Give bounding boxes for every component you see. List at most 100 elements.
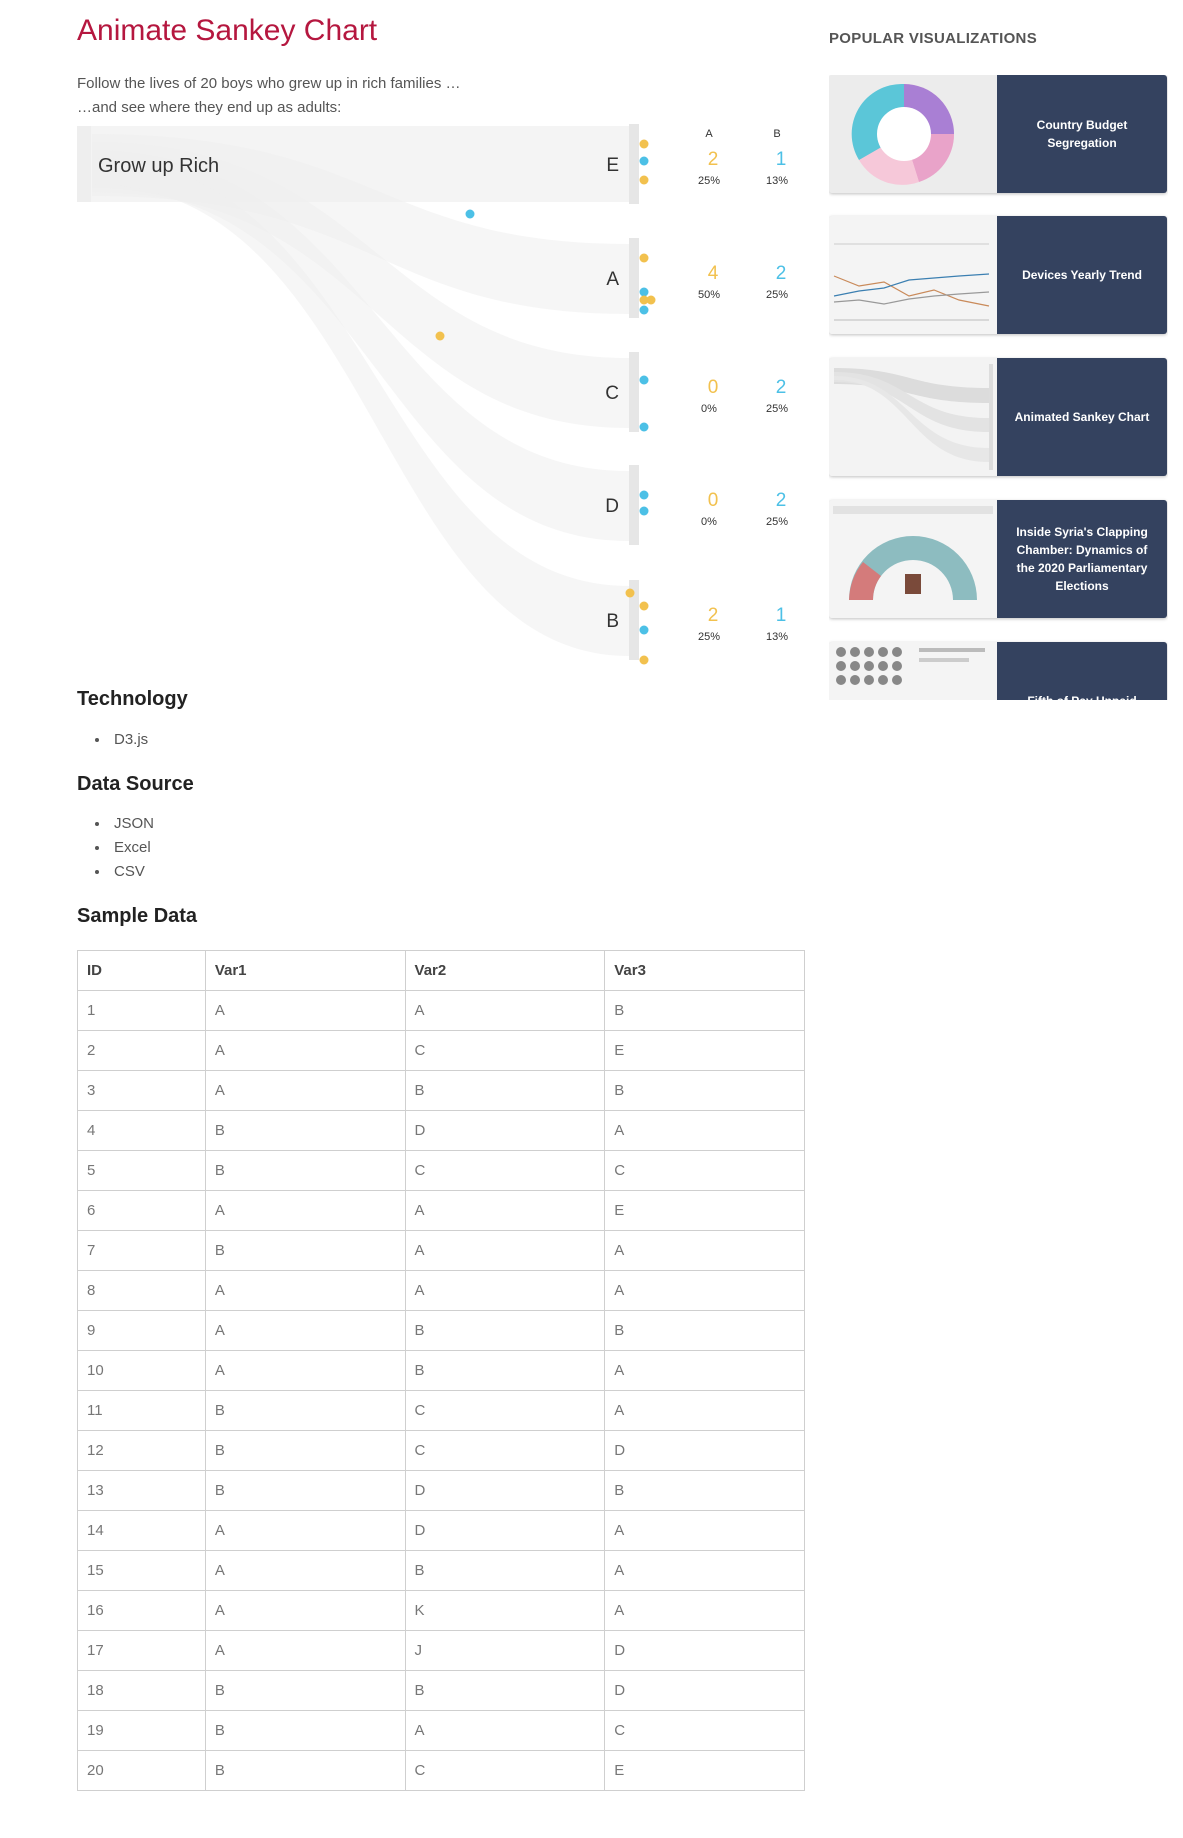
table-cell: B (204, 1470, 406, 1511)
card-title[interactable]: Devices Yearly Trend (997, 216, 1167, 334)
table-cell: A (204, 1550, 406, 1591)
table-cell: B (404, 1670, 606, 1711)
count-a-D: 0 (708, 490, 719, 511)
flow-particle (639, 490, 649, 500)
percent-a-C: 0% (701, 403, 717, 415)
table-cell: D (404, 1110, 606, 1151)
table-cell: 9 (77, 1310, 206, 1351)
table-cell: 13 (77, 1470, 206, 1511)
table-row: 14 A D A (77, 1510, 805, 1551)
flow-particle (639, 422, 649, 432)
visualization-card[interactable]: Inside Syria's Clapping Chamber: Dynamic… (829, 500, 1167, 618)
flow-particle (639, 139, 649, 149)
flow-particle (639, 175, 649, 185)
flow-group (77, 126, 632, 656)
table-cell: A (204, 1590, 406, 1631)
column-header: Var3 (604, 950, 805, 991)
table-cell: A (604, 1350, 805, 1391)
intro-line-1: Follow the lives of 20 boys who grew up … (77, 75, 461, 92)
percent-a-E: 25% (698, 175, 720, 187)
table-row: 17 A J D (77, 1630, 805, 1671)
visualization-card[interactable]: Country Budget Segregation (829, 75, 1167, 193)
table-cell: 14 (77, 1510, 206, 1551)
sample-data-heading: Sample Data (77, 905, 198, 927)
table-cell: K (404, 1590, 606, 1631)
table-cell: A (604, 1390, 805, 1431)
count-a-B: 2 (708, 605, 719, 626)
table-cell: 1 (77, 990, 206, 1031)
card-title[interactable]: Fifth of Pay Unpaid (997, 642, 1167, 700)
table-cell: 17 (77, 1630, 206, 1671)
table-cell: B (204, 1150, 406, 1191)
table-cell: A (404, 1270, 606, 1311)
table-cell: B (404, 1350, 606, 1391)
card-thumbnail (829, 358, 997, 476)
card-thumbnail (829, 500, 997, 618)
table-cell: 4 (77, 1110, 206, 1151)
target-node-bar-A (629, 238, 639, 318)
percent-b-D: 25% (766, 516, 788, 528)
table-cell: A (404, 1710, 606, 1751)
table-cell: A (204, 1030, 406, 1071)
table-cell: 19 (77, 1710, 206, 1751)
table-row: 6AAE (77, 1190, 805, 1231)
count-b-E: 1 (776, 149, 787, 170)
popular-visualizations-title: POPULAR VISUALIZATIONS (829, 30, 1037, 47)
card-title[interactable]: Country Budget Segregation (997, 75, 1167, 193)
table-row: 12 B C D (77, 1430, 805, 1471)
table-cell: B (604, 1470, 805, 1511)
table-cell: A (204, 1350, 406, 1391)
page-title: Animate Sankey Chart (77, 14, 378, 47)
visualization-card[interactable]: Fifth of Pay Unpaid (829, 642, 1167, 700)
technology-item: D3.js (110, 728, 148, 752)
table-row: 3ABB (77, 1070, 805, 1111)
table-cell: C (404, 1030, 606, 1071)
source-node-label: Grow up Rich (98, 155, 219, 177)
count-a-A: 4 (708, 263, 719, 284)
flow-particle (625, 588, 635, 598)
flow-particle (646, 295, 656, 305)
technology-list: D3.js (92, 728, 148, 752)
visualization-card[interactable]: Animated Sankey Chart (829, 358, 1167, 476)
table-cell: A (204, 1510, 406, 1551)
table-row: 13 B D B (77, 1470, 805, 1511)
target-node-label-B: B (606, 611, 619, 632)
table-row: 7BAA (77, 1230, 805, 1271)
flow-particle (639, 506, 649, 516)
table-row: 1AAB (77, 990, 805, 1031)
sankey-chart: Grow up Rich E 2 25% 1 13% A 4 50% 2 25% C 0 0% 2 25% D 0… (77, 124, 788, 665)
target-node-label-D: D (605, 496, 619, 517)
table-cell: 10 (77, 1350, 206, 1391)
table-row: 19 B A C (77, 1710, 805, 1751)
table-cell: C (404, 1430, 606, 1471)
card-title[interactable]: Inside Syria's Clapping Chamber: Dynamic… (997, 500, 1167, 618)
table-cell: 18 (77, 1670, 206, 1711)
table-cell: A (604, 1510, 805, 1551)
popular-visualizations-list: Country Budget Segregation Devices Yearly… (829, 75, 1168, 700)
table-cell: B (604, 990, 805, 1031)
table-cell: A (204, 1190, 406, 1231)
data-source-heading: Data Source (77, 773, 194, 795)
table-cell: A (204, 1070, 406, 1111)
table-row: 2ACE (77, 1030, 805, 1071)
legend-header-b: B (773, 128, 780, 140)
card-title[interactable]: Animated Sankey Chart (997, 358, 1167, 476)
table-cell: A (604, 1590, 805, 1631)
table-cell: D (604, 1430, 805, 1471)
data-source-item: Excel (110, 836, 154, 860)
table-row: 5BCC (77, 1150, 805, 1191)
table-cell: 11 (77, 1390, 206, 1431)
percent-b-C: 25% (766, 403, 788, 415)
target-node-label-E: E (606, 155, 619, 176)
table-row: 11 B C A (77, 1390, 805, 1431)
visualization-card[interactable]: Devices Yearly Trend (829, 216, 1167, 334)
percent-a-A: 50% (698, 289, 720, 301)
card-thumbnail (829, 642, 997, 700)
table-cell: 2 (77, 1030, 206, 1071)
table-cell: 20 (77, 1750, 206, 1791)
table-row: 9ABB (77, 1310, 805, 1351)
table-cell: D (404, 1510, 606, 1551)
target-node-label-A: A (606, 269, 619, 290)
count-a-E: 2 (708, 149, 719, 170)
table-cell: B (204, 1710, 406, 1751)
